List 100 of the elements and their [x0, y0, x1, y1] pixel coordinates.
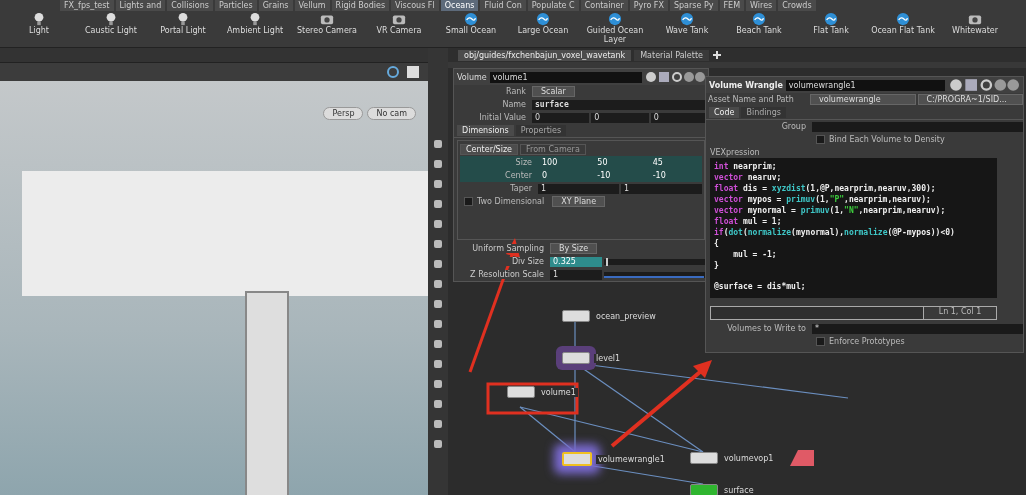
value-field[interactable]: 1 [538, 183, 619, 194]
node[interactable] [562, 452, 592, 466]
tool-icon[interactable] [432, 298, 444, 310]
shelf-tab[interactable]: Sparse Py [669, 0, 718, 11]
shelf-tab[interactable]: FX_fps_test [60, 0, 114, 11]
panel-tools-icon[interactable] [645, 71, 705, 83]
shelf-tool[interactable]: Whitewater [940, 12, 1010, 44]
shelf-tab[interactable]: Fluid Con [480, 0, 526, 11]
shelf-tool[interactable]: Caustic Light [76, 12, 146, 44]
tool-icon[interactable] [432, 238, 444, 250]
camera-dropdown[interactable]: No cam [367, 107, 416, 120]
shelf-tool[interactable]: Beach Tank [724, 12, 794, 44]
node[interactable] [507, 386, 535, 398]
checkbox[interactable] [816, 337, 825, 346]
display-icon[interactable] [406, 65, 420, 79]
node[interactable] [690, 452, 718, 464]
path-dropdown[interactable]: C:/PROGRA~1/SID... [917, 94, 1023, 105]
value-field[interactable]: -10 [593, 171, 647, 180]
tool-icon[interactable] [432, 278, 444, 290]
value-field[interactable]: 45 [648, 158, 702, 167]
shelf-tool[interactable]: Large Ocean [508, 12, 578, 44]
plane-dropdown[interactable]: XY Plane [552, 196, 606, 207]
shelf-tool[interactable]: VR Camera [364, 12, 434, 44]
shelf-tool[interactable]: Stereo Camera [292, 12, 362, 44]
shelf-tab[interactable]: FEM [719, 0, 745, 11]
tool-icon[interactable] [432, 178, 444, 190]
volumes-field[interactable]: * [812, 323, 1023, 334]
tool-icon[interactable] [432, 378, 444, 390]
checkbox[interactable] [816, 135, 825, 144]
group-field[interactable] [812, 121, 1023, 132]
panel-tools-icon[interactable] [948, 78, 1020, 92]
shelf-tab[interactable]: Wires [746, 0, 777, 11]
shelf-tab[interactable]: Crowds [778, 0, 816, 11]
mode-radio[interactable]: From Camera [520, 144, 586, 155]
tool-icon[interactable] [432, 338, 444, 350]
value-field[interactable]: 0.325 [550, 256, 602, 267]
pane-tab[interactable]: Material Palette [634, 49, 709, 61]
value-field[interactable]: 50 [593, 158, 647, 167]
warning-node-icon[interactable] [790, 450, 814, 466]
shelf-tab[interactable]: Vellum [294, 0, 330, 11]
viewport[interactable]: Persp No cam [0, 81, 428, 495]
tool-icon[interactable] [432, 358, 444, 370]
shelf-tool[interactable]: Wave Tank [652, 12, 722, 44]
shelf-tab[interactable]: Grains [258, 0, 293, 11]
checkbox[interactable] [464, 197, 473, 206]
pane-tab[interactable]: obj/guides/fxchenbajun_voxel_wavetank [458, 49, 632, 61]
shelf-tool[interactable]: Ambient Light [220, 12, 290, 44]
value-field[interactable]: 1 [621, 183, 702, 194]
tool-icon[interactable] [432, 318, 444, 330]
tool-icon[interactable] [432, 198, 444, 210]
tool-icon[interactable] [432, 218, 444, 230]
shelf-tool[interactable]: Portal Light [148, 12, 218, 44]
node[interactable] [562, 310, 590, 322]
value-field[interactable]: 0 [532, 112, 590, 123]
node[interactable] [690, 484, 718, 495]
rank-dropdown[interactable]: Scalar [532, 86, 575, 97]
code-line: int nearprim; [714, 161, 778, 172]
node-type-label: Volume Wrangle [709, 80, 783, 90]
shelf-tool[interactable]: Guided Ocean Layer [580, 12, 650, 44]
asset-dropdown[interactable]: volumewrangle [810, 94, 916, 105]
shelf-tab[interactable]: Rigid Bodies [331, 0, 390, 11]
value-field[interactable]: 1 [550, 269, 602, 280]
value-field[interactable]: 0 [538, 171, 592, 180]
shelf-tab[interactable]: Collisions [167, 0, 213, 11]
tool-icon[interactable] [432, 258, 444, 270]
mode-radio[interactable]: Center/Size [460, 144, 519, 155]
code-editor[interactable] [710, 158, 997, 298]
shelf-tab[interactable]: Pyro FX [629, 0, 668, 11]
node-name-field[interactable]: volume1 [489, 71, 642, 83]
slider-handle[interactable] [606, 257, 609, 266]
shelf-tab[interactable]: Particles [214, 0, 257, 11]
add-tab-icon[interactable] [711, 50, 722, 60]
value-field[interactable]: -10 [648, 171, 702, 180]
tool-icon[interactable] [432, 438, 444, 450]
panel-tab[interactable]: Bindings [741, 107, 786, 118]
slider-fill[interactable] [604, 275, 704, 278]
panel-tab[interactable]: Dimensions [457, 125, 514, 136]
shelf-tool[interactable]: Flat Tank [796, 12, 866, 44]
value-field[interactable]: 100 [538, 158, 592, 167]
tool-icon[interactable] [432, 418, 444, 430]
shelf-tab[interactable]: Populate C [527, 0, 579, 11]
shelf-tab[interactable]: Oceans [440, 0, 479, 11]
view-dropdown[interactable]: Persp [323, 107, 364, 120]
panel-tab[interactable]: Properties [515, 125, 567, 136]
value-field[interactable]: 0 [650, 112, 708, 123]
shelf-tool[interactable]: Small Ocean [436, 12, 506, 44]
shelf-tab[interactable]: Viscous Fl [391, 0, 439, 11]
shelf-tool[interactable]: Ocean Flat Tank [868, 12, 938, 44]
camera-icon[interactable] [386, 65, 400, 79]
shelf-tool[interactable]: Light [4, 12, 74, 44]
panel-tab[interactable]: Code [709, 107, 740, 118]
shelf-tab[interactable]: Container [580, 0, 628, 11]
node-name-field[interactable]: volumewrangle1 [785, 79, 945, 91]
tool-icon[interactable] [432, 158, 444, 170]
shelf-tab[interactable]: Lights and [115, 0, 166, 11]
tool-icon[interactable] [432, 398, 444, 410]
sampling-dropdown[interactable]: By Size [550, 243, 598, 254]
tool-icon[interactable] [432, 138, 444, 150]
value-field[interactable]: 0 [591, 112, 649, 123]
name-field[interactable]: surface [532, 99, 708, 110]
